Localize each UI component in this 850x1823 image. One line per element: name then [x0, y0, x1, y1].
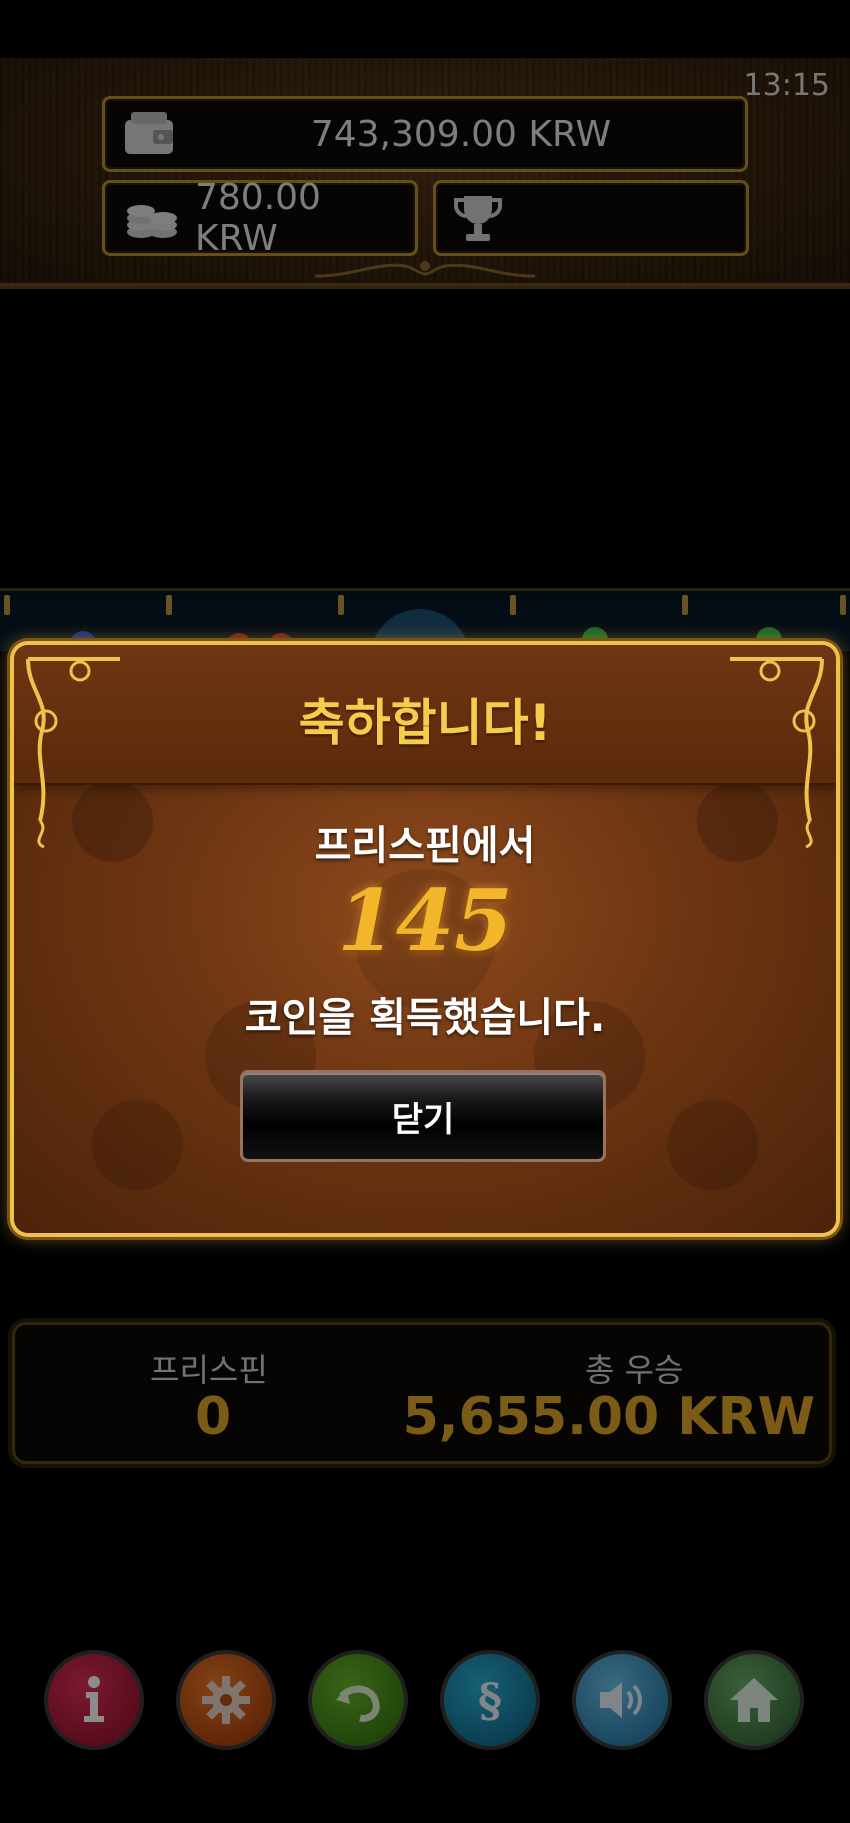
win-amount: 145	[337, 871, 513, 970]
reel-strip	[0, 588, 850, 659]
sound-button[interactable]	[572, 1650, 672, 1750]
bet-display: 780.00 KRW	[102, 177, 418, 259]
win-dialog: 축하합니다! 프리스핀에서 145 코인을 획득했습니다. 닫기	[14, 645, 836, 1233]
info-button[interactable]	[44, 1650, 144, 1750]
total-win-label: 총 우승	[585, 1351, 684, 1389]
win-display	[433, 180, 749, 256]
balance-display: 743,309.00 KRW	[102, 96, 748, 172]
wallet-icon	[123, 110, 177, 158]
bet-value: 780.00 KRW	[195, 177, 321, 259]
speaker-icon	[600, 1682, 642, 1718]
back-arrow-icon	[336, 1685, 380, 1722]
back-button[interactable]	[308, 1650, 408, 1750]
info-panel: 프리스핀 0 총 우승 5,655.00 KRW	[12, 1322, 832, 1464]
dialog-title: 축하합니다!	[298, 694, 552, 752]
balance-value: 743,309.00 KRW	[310, 113, 612, 155]
dialog-message-bottom: 코인을 획득했습니다.	[244, 995, 606, 1041]
info-icon	[84, 1676, 104, 1722]
settings-button[interactable]	[176, 1650, 276, 1750]
paytable-icon: §	[478, 1673, 502, 1727]
svg-text:§: §	[478, 1673, 502, 1727]
freespins-label: 프리스핀	[150, 1351, 268, 1389]
close-button[interactable]: 닫기	[240, 1070, 606, 1162]
home-icon	[730, 1678, 778, 1722]
gear-icon	[202, 1676, 250, 1724]
status-clock: 13:15	[743, 68, 830, 103]
paytable-button[interactable]: §	[440, 1650, 540, 1750]
freespins-value: 0	[195, 1387, 232, 1447]
top-header: 13:15 743,309.00 KRW 780.00 KRW	[0, 58, 850, 289]
trophy-icon	[454, 192, 502, 244]
coins-icon	[123, 194, 181, 242]
total-win-value: 5,655.00 KRW	[402, 1387, 815, 1447]
home-button[interactable]	[704, 1650, 804, 1750]
header-ornament-icon	[315, 261, 535, 278]
dialog-message-top: 프리스핀에서	[314, 823, 536, 869]
